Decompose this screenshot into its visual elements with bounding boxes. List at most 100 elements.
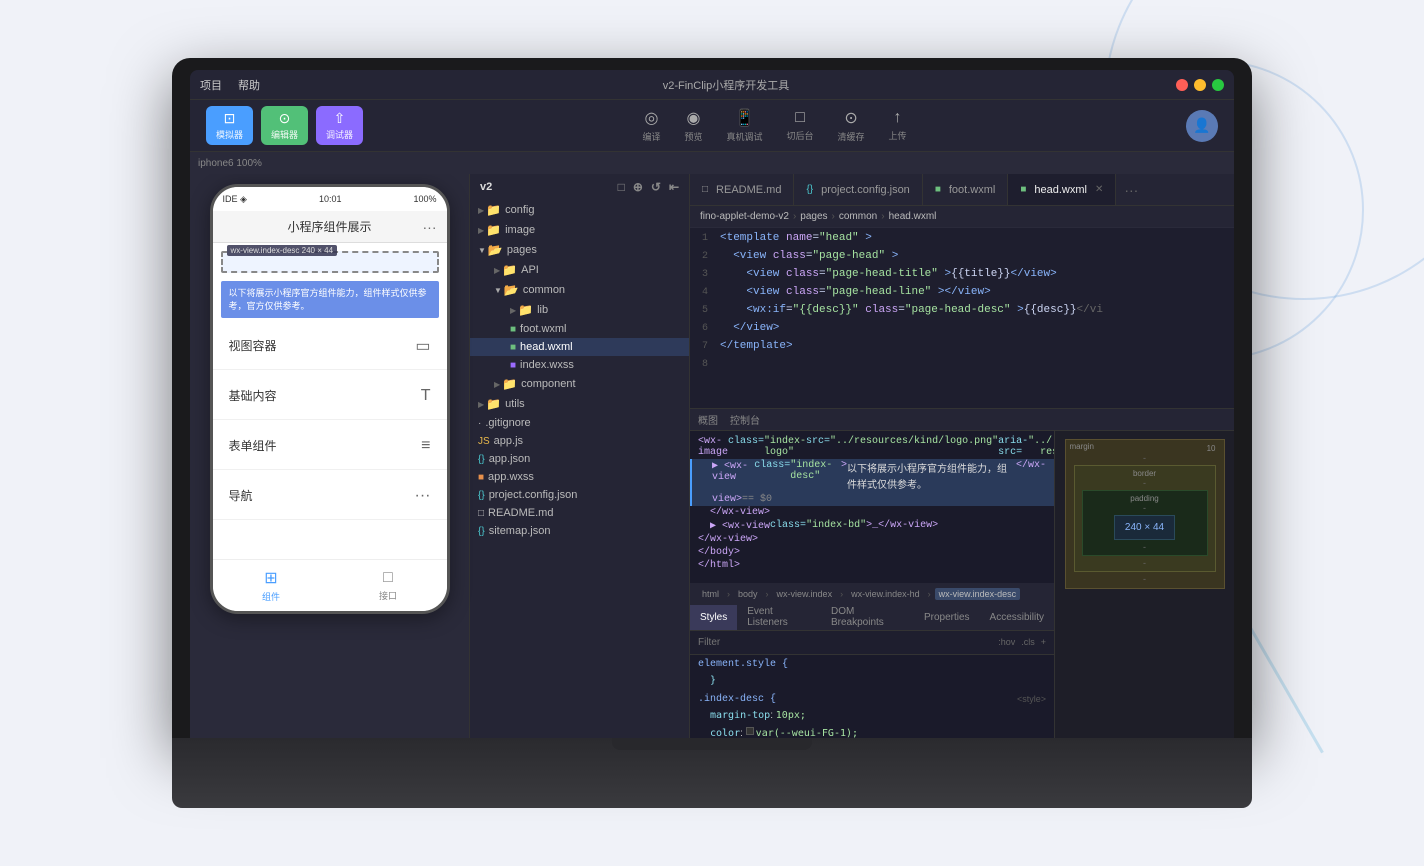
filter-cls[interactable]: .cls (1021, 637, 1035, 647)
device-debug-action[interactable]: 📱 真机调试 (727, 108, 763, 143)
preview-action[interactable]: ◉ 预览 (684, 108, 702, 143)
tree-label-utils: utils (505, 398, 525, 410)
tab-close-head-wxml[interactable]: ✕ (1095, 184, 1103, 195)
tabs-more-button[interactable]: ··· (1116, 182, 1146, 198)
tree-label-config: config (505, 204, 534, 216)
debugger-button[interactable]: ⇧ 调试器 (316, 106, 363, 145)
simulator-label: 模拟器 (216, 128, 243, 141)
list-item-3[interactable]: 导航 ··· (213, 472, 447, 520)
code-line-2: 2 <view class="page-head" > (690, 250, 1234, 268)
tree-item-api[interactable]: ▶ 📁 API (470, 260, 689, 280)
tree-item-common[interactable]: ▼ 📂 common (470, 280, 689, 300)
file-icon-app-js: JS (478, 436, 490, 447)
tree-item-image[interactable]: ▶ 📁 image (470, 220, 689, 240)
background-action[interactable]: □ 切后台 (787, 109, 814, 142)
simulator-icon: ⊡ (224, 110, 236, 127)
tab-foot-wxml[interactable]: ■ foot.wxml (923, 174, 1009, 205)
tree-item-config[interactable]: ▶ 📁 config (470, 200, 689, 220)
window-controls (1176, 79, 1224, 91)
source-tab-overview[interactable]: 概图 (698, 412, 718, 427)
minimize-button[interactable] (1194, 79, 1206, 91)
phone-nav-item-components[interactable]: ⊞ 组件 (213, 560, 330, 611)
tree-item-readme[interactable]: □ README.md (470, 504, 689, 522)
path-wx-index[interactable]: wx-view.index (773, 588, 837, 600)
html-line-7: </body> (690, 546, 1054, 559)
folder-icon-common: 📂 (504, 283, 519, 297)
filetree-refresh-icon[interactable]: ↺ (651, 180, 661, 194)
html-line-3: view> == $0 (690, 493, 1054, 506)
editor-button[interactable]: ⊙ 编辑器 (261, 106, 308, 145)
device-debug-icon: 📱 (735, 108, 755, 128)
list-item-0[interactable]: 视图容器 ▭ (213, 322, 447, 370)
source-tab-console[interactable]: 控制台 (730, 412, 760, 427)
filter-hov[interactable]: :hov (998, 637, 1015, 647)
upload-action[interactable]: ↑ 上传 (889, 109, 907, 142)
tab-readme[interactable]: □ README.md (690, 174, 794, 205)
simulator-button[interactable]: ⊡ 模拟器 (206, 106, 253, 145)
tree-label-app-wxss: app.wxss (488, 471, 534, 483)
menu-item-project[interactable]: 项目 (200, 77, 222, 93)
path-body[interactable]: body (734, 588, 762, 600)
tab-head-wxml[interactable]: ■ head.wxml ✕ (1008, 174, 1116, 205)
path-html[interactable]: html (698, 588, 723, 600)
tab-event-listeners[interactable]: Event Listeners (737, 605, 821, 630)
filetree-new-file-icon[interactable]: □ (618, 180, 625, 194)
phone-nav-item-api[interactable]: □ 接口 (330, 560, 447, 611)
html-code-area: <wx-image class="index-logo" src="../res… (690, 431, 1054, 583)
highlight-element: wx-view.index-desc 240 × 44 (221, 251, 439, 273)
window-title: v2-FinClip小程序开发工具 (276, 77, 1176, 93)
filetree-new-folder-icon[interactable]: ⊕ (633, 180, 643, 194)
phone-title-more[interactable]: ··· (423, 219, 437, 235)
breadcrumb-file: head.wxml (889, 211, 937, 222)
styles-filter-input[interactable] (698, 637, 998, 648)
compile-label: 编译 (642, 130, 660, 143)
border-label: border (1133, 469, 1156, 478)
close-button[interactable] (1176, 79, 1188, 91)
tree-item-gitignore[interactable]: · .gitignore (470, 414, 689, 432)
expand-icon-lib: ▶ (510, 306, 516, 315)
tree-item-lib[interactable]: ▶ 📁 lib (470, 300, 689, 320)
list-item-1[interactable]: 基础内容 T (213, 372, 447, 420)
user-avatar[interactable]: 👤 (1186, 110, 1218, 142)
tree-item-app-json[interactable]: {} app.json (470, 450, 689, 468)
device-info-bar: iphone6 100% (190, 152, 1234, 174)
code-content-3: <view class="page-head-title" >{{title}}… (720, 268, 1234, 280)
tree-item-app-js[interactable]: JS app.js (470, 432, 689, 450)
maximize-button[interactable] (1212, 79, 1224, 91)
filter-add[interactable]: + (1041, 637, 1046, 647)
styles-rules-content: element.style { } .index-de (690, 655, 1054, 739)
tab-label-project-config: project.config.json (821, 184, 910, 196)
tree-item-index-wxss[interactable]: ■ index.wxss (470, 356, 689, 374)
tree-item-project-config[interactable]: {} project.config.json (470, 486, 689, 504)
tree-item-component[interactable]: ▶ 📁 component (470, 374, 689, 394)
tree-item-app-wxss[interactable]: ■ app.wxss (470, 468, 689, 486)
tree-item-sitemap[interactable]: {} sitemap.json (470, 522, 689, 540)
tree-item-pages[interactable]: ▼ 📂 pages (470, 240, 689, 260)
clear-cache-action[interactable]: ⊙ 清缓存 (838, 108, 865, 143)
path-wx-index-desc[interactable]: wx-view.index-desc (935, 588, 1021, 600)
tab-styles[interactable]: Styles (690, 605, 737, 630)
list-item-2[interactable]: 表单组件 ≡ (213, 422, 447, 470)
tree-item-utils[interactable]: ▶ 📁 utils (470, 394, 689, 414)
code-editor[interactable]: 1 <template name="head" > 2 (690, 228, 1234, 408)
code-content-7: </template> (720, 340, 1234, 352)
tab-label-readme: README.md (716, 184, 781, 196)
tree-item-head-wxml[interactable]: ■ head.wxml (470, 338, 689, 356)
compile-action[interactable]: ◎ 编译 (642, 108, 660, 143)
device-info-text: iphone6 100% (198, 158, 262, 169)
box-content-size: 240 × 44 (1114, 515, 1175, 540)
menu-item-help[interactable]: 帮助 (238, 77, 260, 93)
components-nav-label: 组件 (262, 590, 280, 603)
tab-properties[interactable]: Properties (914, 605, 980, 630)
style-source-index-desc: <style> (1017, 694, 1046, 705)
laptop-base-center (612, 738, 812, 750)
expand-icon-config: ▶ (478, 206, 484, 215)
laptop-screen: 项目 帮助 v2-FinClip小程序开发工具 ⊡ 模拟器 (190, 70, 1234, 738)
tree-item-foot-wxml[interactable]: ■ foot.wxml (470, 320, 689, 338)
tab-dom-breakpoints[interactable]: DOM Breakpoints (821, 605, 914, 630)
tab-project-config[interactable]: {} project.config.json (794, 174, 922, 205)
filetree-collapse-icon[interactable]: ⇤ (669, 180, 679, 194)
tab-accessibility[interactable]: Accessibility (980, 605, 1054, 630)
path-wx-index-hd[interactable]: wx-view.index-hd (847, 588, 924, 600)
breadcrumb-sep-2: › (832, 211, 835, 222)
